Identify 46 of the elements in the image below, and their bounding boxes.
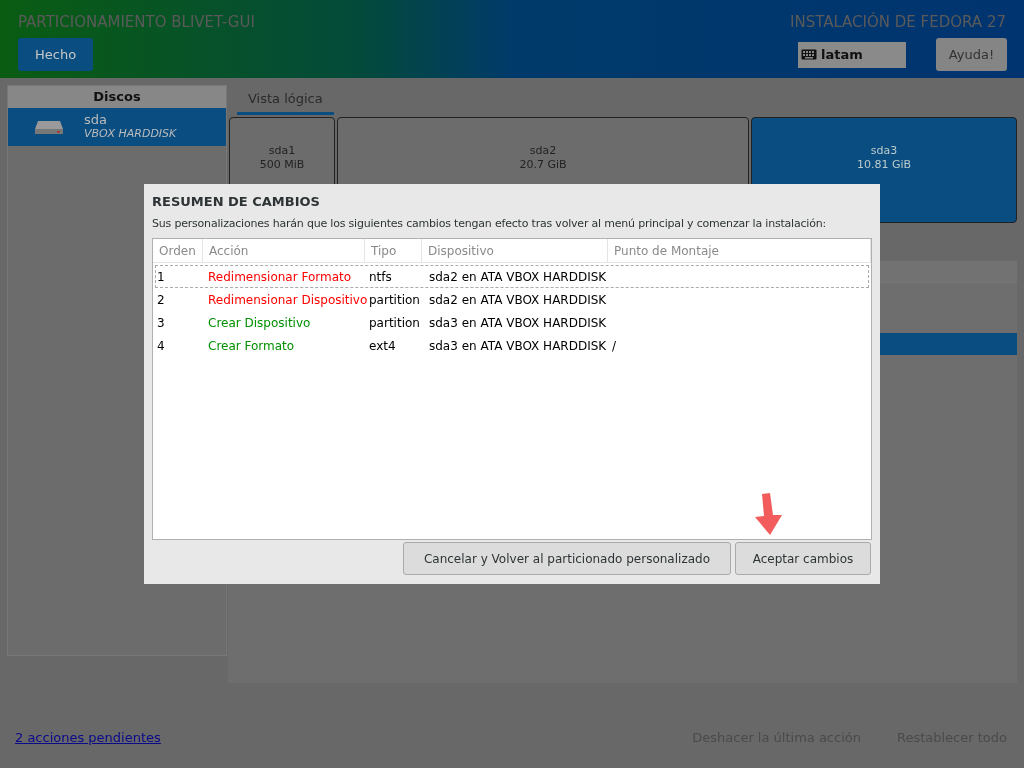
column-header: Punto de Montaje	[608, 239, 871, 262]
help-button[interactable]: Ayuda!	[936, 38, 1007, 71]
table-cell-text: 1	[156, 268, 166, 286]
product-title: INSTALACIÓN DE FEDORA 27	[790, 12, 1006, 32]
table-cell-text: 2	[156, 291, 166, 309]
column-header: Dispositivo	[422, 239, 608, 262]
table-cell-text: /	[611, 337, 617, 355]
partition-name: sda2	[529, 144, 557, 158]
table-cell-text: Crear Dispositivo	[207, 314, 312, 332]
table-cell-text: sda3 en ATA VBOX HARDDISK	[428, 314, 608, 332]
table-cell-text: sda3 en ATA VBOX HARDDISK	[428, 337, 608, 355]
keyboard-icon	[801, 49, 817, 60]
table-cell-text: ext4	[368, 337, 397, 355]
partition-size: 500 MiB	[259, 158, 305, 172]
table-cell-text: sda2 en ATA VBOX HARDDISK	[428, 291, 608, 309]
change-row[interactable]: 3 Crear Dispositivo partition sda3 en ATA VBOX HARDDISK	[155, 311, 869, 334]
disk-model: VBOX HARDDISK	[84, 127, 177, 141]
partition-name: sda3	[870, 144, 898, 158]
table-cell-text: sda2 en ATA VBOX HARDDISK	[428, 268, 608, 286]
change-row[interactable]: 4 Crear Formato ext4 sda3 en ATA VBOX HARDDISK /	[155, 334, 869, 357]
table-cell-text: Redimensionar Dispositivo	[207, 291, 366, 309]
table-cell-text: partition	[368, 314, 421, 332]
done-button[interactable]: Hecho	[18, 38, 94, 71]
disk-item[interactable]: sda VBOX HARDDISK	[8, 108, 226, 146]
keyboard-layout-field[interactable]: latam	[798, 41, 906, 68]
cancel-button[interactable]: Cancelar y Volver al particionado personalizado	[402, 542, 731, 575]
disks-heading: Discos	[8, 86, 226, 108]
change-row[interactable]: 1 Redimensionar Formato ntfs sda2 en ATA VBOX HARDDISK	[155, 265, 869, 288]
partition-name: sda1	[268, 144, 296, 158]
change-row[interactable]: 2 Redimensionar Dispositivo partition sda2 en ATA VBOX HARDDISK	[155, 288, 869, 311]
column-header: Orden	[153, 239, 203, 262]
table-cell-text: 3	[156, 314, 166, 332]
hard-drive-icon	[34, 119, 64, 135]
column-header: Tipo	[365, 239, 422, 262]
down-arrow-icon	[752, 492, 784, 536]
table-cell-text: ntfs	[368, 268, 393, 286]
table-cell-text: 4	[156, 337, 166, 355]
table-cell-text: Crear Formato	[207, 337, 296, 355]
partition-size: 20.7 GiB	[519, 158, 567, 172]
partition-size: 10.81 GiB	[856, 158, 912, 172]
table-cell-text: Redimensionar Formato	[207, 268, 353, 286]
disk-name: sda	[84, 113, 108, 127]
column-header: Acción	[203, 239, 365, 262]
screen-title: PARTICIONAMIENTO BLIVET-GUI	[18, 12, 255, 32]
accept-button[interactable]: Aceptar cambios	[735, 542, 871, 575]
table-cell-text: partition	[368, 291, 421, 309]
